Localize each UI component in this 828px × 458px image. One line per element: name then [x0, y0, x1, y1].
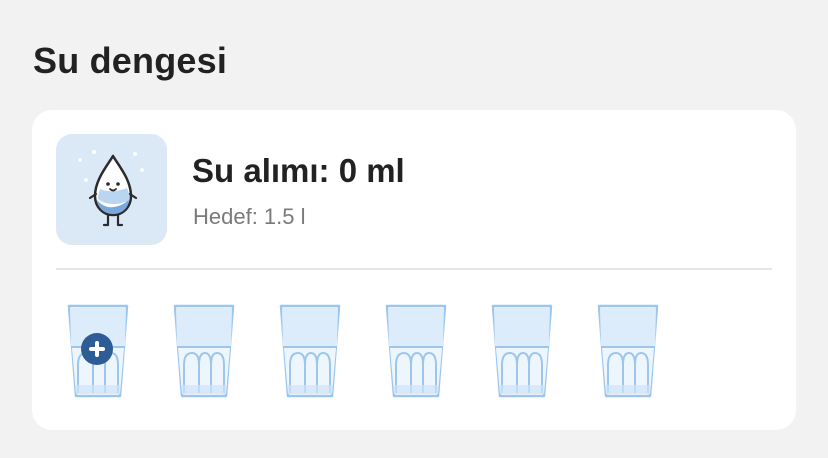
water-glass-icon[interactable]	[66, 303, 130, 399]
plus-icon[interactable]	[81, 333, 113, 365]
water-glass-icon[interactable]	[384, 303, 448, 399]
water-drop-mascot-icon	[56, 134, 167, 245]
section-title: Su dengesi	[33, 40, 228, 81]
water-intake-title: Su alımı: 0 ml	[192, 152, 405, 189]
divider	[56, 268, 772, 270]
water-glass-icon[interactable]	[172, 303, 236, 399]
water-glass-icon[interactable]	[596, 303, 660, 399]
water-goal-text: Hedef: 1.5 l	[193, 204, 306, 229]
water-glass-icon[interactable]	[490, 303, 554, 399]
water-balance-card: Su alımı: 0 ml Hedef: 1.5 l	[32, 110, 796, 430]
water-glass-icon[interactable]	[278, 303, 342, 399]
